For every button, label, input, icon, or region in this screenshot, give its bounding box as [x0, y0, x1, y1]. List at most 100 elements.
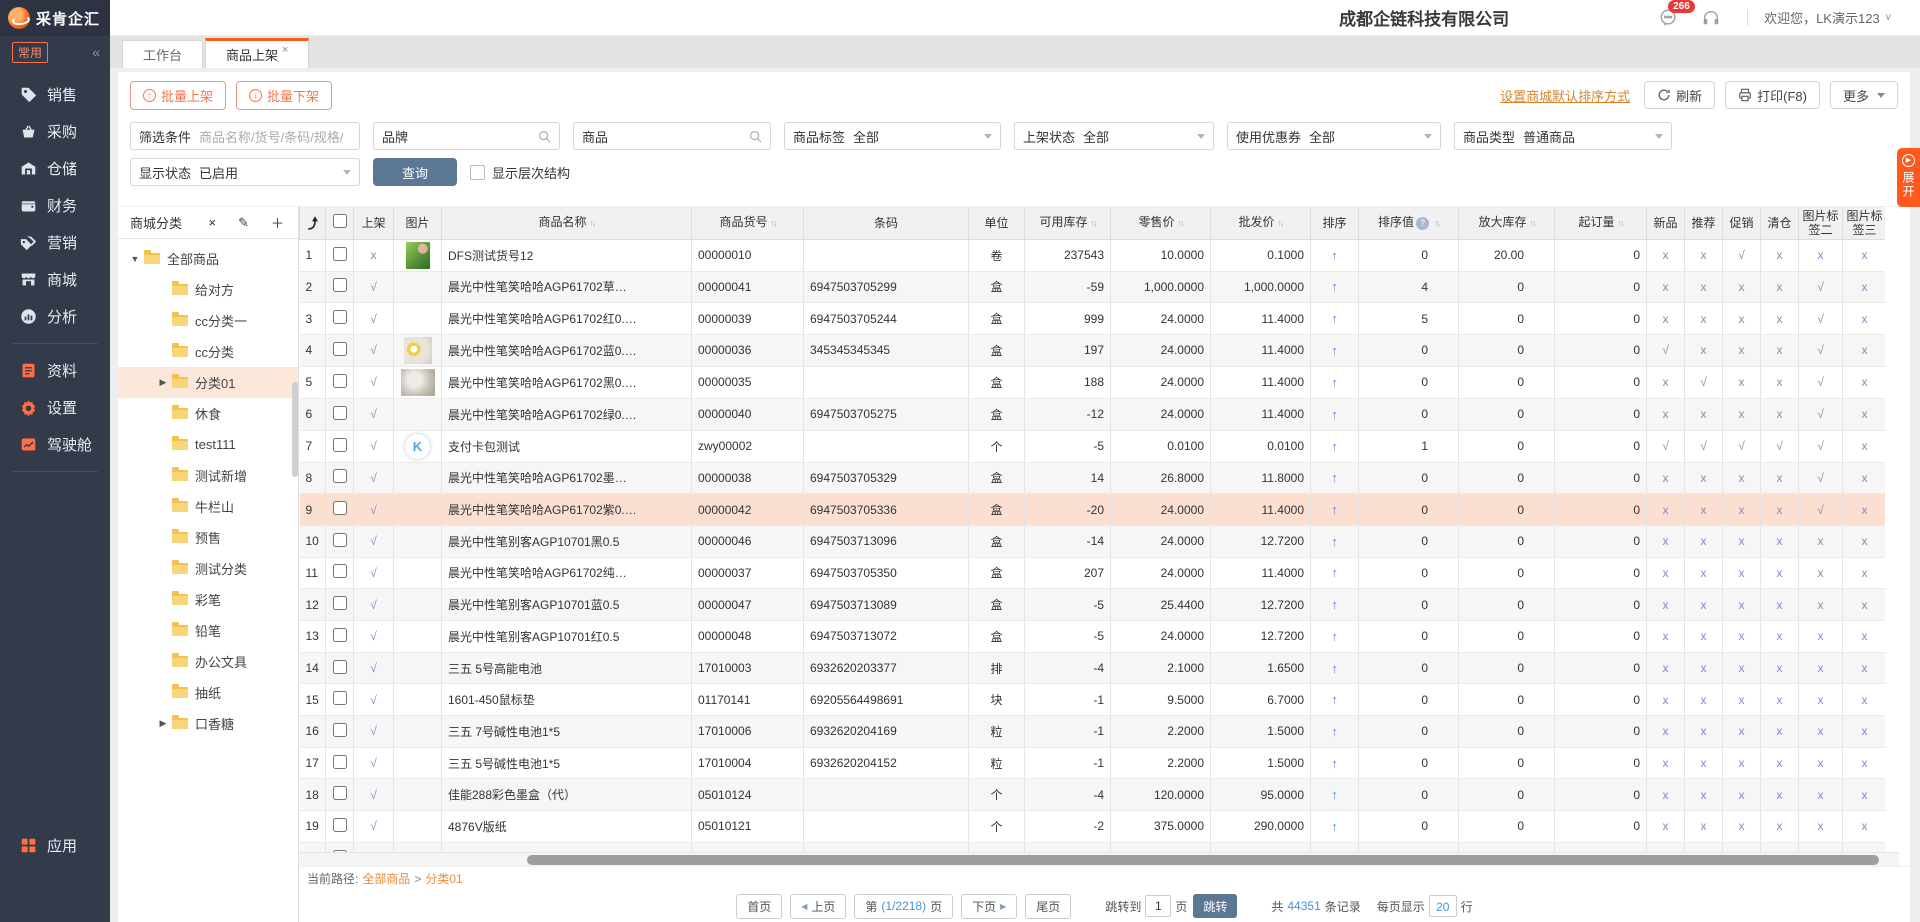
- table-row[interactable]: 3√晨光中性笔笑哈哈AGP61702红0.…000000396947503705…: [300, 303, 1886, 335]
- up-arrow-icon[interactable]: ↑: [1331, 343, 1338, 358]
- sidebar-item-data[interactable]: 资料: [0, 352, 110, 389]
- expand-panel-button[interactable]: ▶ 展开: [1897, 148, 1920, 207]
- expander-icon[interactable]: ▶: [156, 718, 170, 729]
- sort-cell[interactable]: ↑: [1311, 747, 1359, 779]
- messages-button[interactable]: 266: [1659, 8, 1679, 28]
- table-row[interactable]: 4√晨光中性笔笑哈哈AGP61702蓝0.…000000363453453453…: [300, 334, 1886, 366]
- row-checkbox[interactable]: [333, 660, 347, 674]
- tree-item-测试新增[interactable]: 测试新增: [118, 460, 298, 491]
- row-checkbox[interactable]: [333, 533, 347, 547]
- sort-arrows-icon[interactable]: ↑↓: [1091, 218, 1096, 228]
- logo[interactable]: 采肯企汇: [0, 0, 110, 36]
- sidebar-item-analytics[interactable]: 分析: [0, 298, 110, 335]
- sidebar-item-settings[interactable]: 设置: [0, 389, 110, 426]
- up-arrow-icon[interactable]: ↑: [1331, 819, 1338, 834]
- sort-cell[interactable]: ↑: [1311, 525, 1359, 557]
- table-row[interactable]: 18√佳能288彩色墨盒（代）05010124个-4120.000095.000…: [300, 779, 1886, 811]
- table-row[interactable]: 10√晨光中性笔别客AGP10701黑0.5000000466947503713…: [300, 525, 1886, 557]
- column-header-min_order[interactable]: 起订量↑↓: [1555, 207, 1647, 239]
- sidebar-item-cockpit[interactable]: 驾驶舱: [0, 426, 110, 463]
- table-row[interactable]: 6√晨光中性笔笑哈哈AGP61702绿0.…000000406947503705…: [300, 398, 1886, 430]
- row-checkbox[interactable]: [333, 564, 347, 578]
- table-row[interactable]: 20√1601-606鼠标垫011701426920556498943块-99.…: [300, 842, 1886, 852]
- sort-arrows-icon[interactable]: ↑↓: [1178, 218, 1183, 228]
- search-icon[interactable]: [538, 130, 551, 143]
- display-status-select[interactable]: 显示状态 已启用: [130, 158, 360, 186]
- more-button[interactable]: 更多: [1830, 81, 1898, 109]
- up-arrow-icon[interactable]: ↑: [1331, 756, 1338, 771]
- sort-arrows-icon[interactable]: ↑↓: [1434, 218, 1439, 228]
- tree-item-分类01[interactable]: ▶分类01: [118, 367, 298, 398]
- up-arrow-icon[interactable]: ↑: [1331, 565, 1338, 580]
- sort-cell[interactable]: ↑: [1311, 239, 1359, 271]
- edit-icon[interactable]: ✎: [238, 215, 249, 231]
- column-header-stock[interactable]: 可用库存↑↓: [1025, 207, 1111, 239]
- table-row[interactable]: 16√三五 7号碱性电池1*5170100066932620204169粒-12…: [300, 716, 1886, 748]
- product-tag-select[interactable]: 商品标签 全部: [784, 122, 1001, 150]
- tree-item-预售[interactable]: 预售: [118, 522, 298, 553]
- tree-item-彩笔[interactable]: 彩笔: [118, 584, 298, 615]
- table-row[interactable]: 17√三五 5号碱性电池1*5170100046932620204152粒-12…: [300, 747, 1886, 779]
- hierarchy-checkbox[interactable]: 显示层次结构: [470, 163, 570, 182]
- tree-item-办公文具[interactable]: 办公文具: [118, 646, 298, 677]
- prev-page-button[interactable]: ◀ 上页: [790, 894, 846, 919]
- collapse-sidebar-icon[interactable]: «: [92, 44, 100, 60]
- coupon-select[interactable]: 使用优惠券 全部: [1227, 122, 1441, 150]
- sort-cell[interactable]: ↑: [1311, 557, 1359, 589]
- column-header-sku[interactable]: 商品货号↑↓: [692, 207, 804, 239]
- sort-cell[interactable]: ↑: [1311, 271, 1359, 303]
- batch-list-button[interactable]: ↑ 批量上架: [130, 81, 226, 110]
- close-icon[interactable]: ×: [208, 215, 216, 230]
- row-checkbox[interactable]: [333, 691, 347, 705]
- close-tab-icon[interactable]: ×: [282, 44, 288, 56]
- sidebar-item-purchase[interactable]: 采购: [0, 113, 110, 150]
- per-page-input[interactable]: 20: [1429, 895, 1457, 917]
- sort-cell[interactable]: ↑: [1311, 494, 1359, 526]
- jump-page-input[interactable]: [1145, 895, 1171, 917]
- tree-item-牛栏山[interactable]: 牛栏山: [118, 491, 298, 522]
- up-arrow-icon[interactable]: ↑: [1331, 629, 1338, 644]
- last-page-button[interactable]: 尾页: [1025, 894, 1071, 919]
- row-checkbox[interactable]: [333, 818, 347, 832]
- tree-item-cc分类一[interactable]: cc分类一: [118, 305, 298, 336]
- table-row[interactable]: 19√4876V版纸05010121个-2375.0000290.0000↑00…: [300, 811, 1886, 843]
- up-arrow-icon[interactable]: ↑: [1331, 375, 1338, 390]
- sidebar-item-warehouse[interactable]: 仓储: [0, 150, 110, 187]
- sort-cell[interactable]: ↑: [1311, 716, 1359, 748]
- up-arrow-icon[interactable]: ↑: [1331, 439, 1338, 454]
- horizontal-scrollbar[interactable]: [299, 852, 1899, 866]
- brand-filter-input[interactable]: 品牌: [373, 122, 560, 150]
- up-arrow-icon[interactable]: ↑: [1331, 248, 1338, 263]
- column-header-zoom_stock[interactable]: 放大库存↑↓: [1459, 207, 1555, 239]
- first-page-button[interactable]: 首页: [736, 894, 782, 919]
- row-checkbox[interactable]: [333, 438, 347, 452]
- row-checkbox[interactable]: [333, 310, 347, 324]
- up-arrow-icon[interactable]: ↑: [1331, 787, 1338, 802]
- row-checkbox[interactable]: [333, 628, 347, 642]
- tree-scrollbar[interactable]: [292, 382, 298, 477]
- table-row[interactable]: 2√晨光中性笔笑哈哈AGP61702草…00000041694750370529…: [300, 271, 1886, 303]
- jump-button[interactable]: 跳转: [1193, 894, 1237, 918]
- row-checkbox[interactable]: [333, 374, 347, 388]
- sidebar-item-mall[interactable]: 商城: [0, 261, 110, 298]
- tree-item-抽纸[interactable]: 抽纸: [118, 677, 298, 708]
- sort-cell[interactable]: ↑: [1311, 462, 1359, 494]
- sort-cell[interactable]: ↑: [1311, 779, 1359, 811]
- table-row[interactable]: 5√晨光中性笔笑哈哈AGP61702黑0.…00000035盒18824.000…: [300, 366, 1886, 398]
- print-button[interactable]: 打印(F8): [1725, 81, 1820, 109]
- search-icon[interactable]: [749, 130, 762, 143]
- row-checkbox[interactable]: [333, 278, 347, 292]
- keyword-filter-input[interactable]: 筛选条件 商品名称/货号/条码/规格/: [130, 122, 360, 150]
- tree-item-test111[interactable]: test111: [118, 429, 298, 460]
- sort-cell[interactable]: ↑: [1311, 652, 1359, 684]
- row-checkbox[interactable]: [333, 501, 347, 515]
- sort-arrows-icon[interactable]: ↑↓: [590, 218, 595, 228]
- up-arrow-icon[interactable]: ↑: [1331, 407, 1338, 422]
- sort-cell[interactable]: ↑: [1311, 589, 1359, 621]
- tab-workbench[interactable]: 工作台: [122, 40, 203, 68]
- sidebar-item-apps[interactable]: 应用: [0, 827, 110, 864]
- product-type-select[interactable]: 商品类型 普通商品: [1454, 122, 1672, 150]
- row-checkbox[interactable]: [333, 247, 347, 261]
- support-button[interactable]: [1701, 8, 1721, 28]
- expander-icon[interactable]: ▶: [156, 377, 170, 388]
